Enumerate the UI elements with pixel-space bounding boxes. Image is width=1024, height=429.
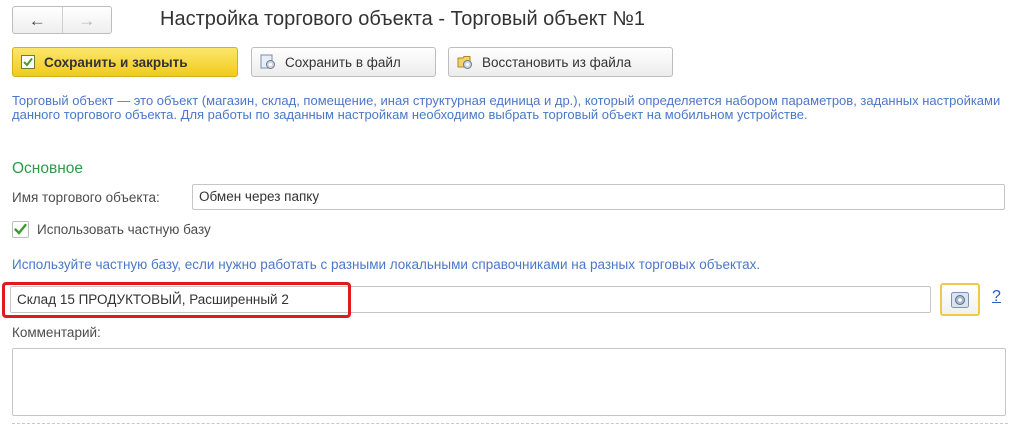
description-text: Торговый объект — это объект (магазин, с… <box>12 93 1001 122</box>
save-and-close-label: Сохранить и закрыть <box>44 54 188 70</box>
forward-button[interactable]: → <box>63 7 112 33</box>
save-and-close-button[interactable]: Сохранить и закрыть <box>12 47 238 77</box>
folder-gear-icon <box>457 54 473 70</box>
private-base-label: Использовать частную базу <box>37 222 211 237</box>
help-link[interactable]: ? <box>992 288 1001 306</box>
select-base-button[interactable] <box>940 283 980 316</box>
gear-icon <box>951 291 969 308</box>
file-gear-icon <box>260 54 276 70</box>
divider <box>12 423 1008 424</box>
restore-from-file-button[interactable]: Восстановить из файла <box>448 47 673 77</box>
name-input[interactable]: Обмен через папку <box>192 184 1005 210</box>
save-to-file-button[interactable]: Сохранить в файл <box>251 47 436 77</box>
base-select-input[interactable]: Склад 15 ПРОДУКТОВЫЙ, Расширенный 2 <box>10 286 931 313</box>
page-title: Настройка торгового объекта - Торговый о… <box>160 8 645 30</box>
name-label: Имя торгового объекта: <box>12 190 160 205</box>
private-base-hint: Используйте частную базу, если нужно раб… <box>12 257 761 272</box>
save-close-icon <box>21 55 35 69</box>
arrow-left-icon: ← <box>28 10 46 30</box>
save-to-file-label: Сохранить в файл <box>285 54 401 70</box>
restore-from-file-label: Восстановить из файла <box>482 54 632 70</box>
comment-textarea[interactable] <box>12 348 1006 416</box>
section-title-main: Основное <box>12 160 84 177</box>
private-base-checkbox[interactable] <box>12 221 29 238</box>
navigation-buttons: ← → <box>12 6 112 34</box>
arrow-right-icon: → <box>78 10 96 30</box>
comment-label: Комментарий: <box>12 325 101 340</box>
private-base-option: Использовать частную базу <box>12 221 211 238</box>
checkmark-icon <box>14 223 27 235</box>
back-button[interactable]: ← <box>13 7 63 33</box>
